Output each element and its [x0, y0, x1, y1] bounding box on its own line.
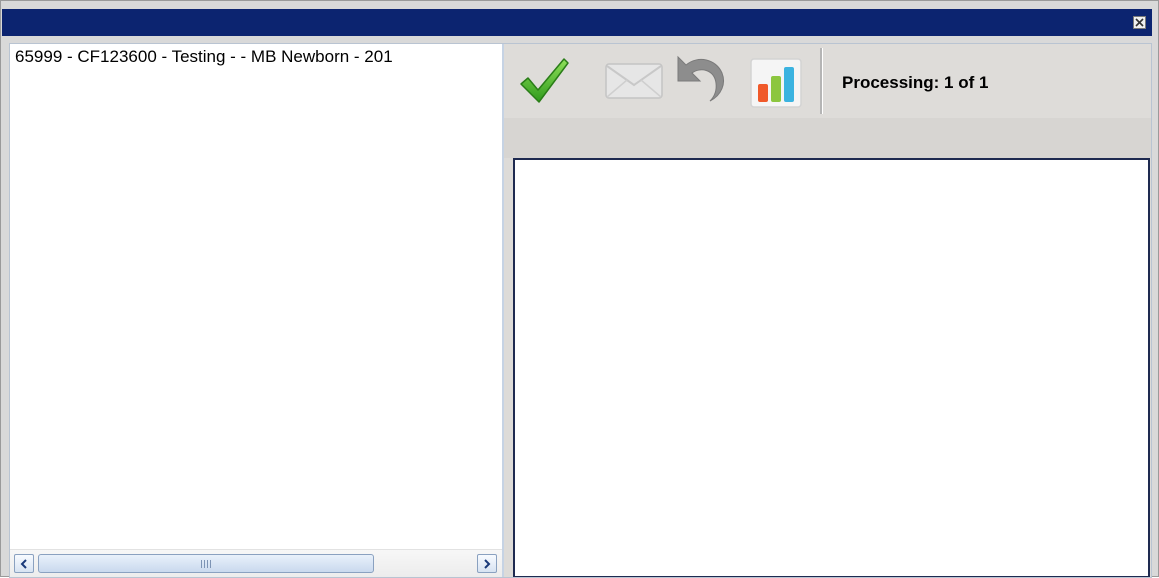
list-item[interactable]: 65999 - CF123600 - Testing - - MB Newbor… — [15, 47, 393, 67]
envelope-icon — [605, 63, 663, 99]
email-button[interactable] — [604, 63, 664, 99]
chevron-left-icon — [20, 558, 27, 569]
scroll-grip — [201, 559, 211, 568]
record-list[interactable]: 65999 - CF123600 - Testing - - MB Newbor… — [10, 44, 504, 577]
title-bar[interactable] — [2, 9, 1152, 36]
content-area: 65999 - CF123600 - Testing - - MB Newbor… — [9, 43, 1152, 578]
scroll-right-button[interactable] — [477, 554, 497, 573]
horizontal-scrollbar[interactable] — [10, 549, 502, 577]
scroll-thumb[interactable] — [38, 554, 374, 573]
close-button[interactable] — [1133, 16, 1146, 29]
bar-chart-icon — [750, 58, 802, 108]
detail-pane: Processing: 1 of 1 — [504, 44, 1151, 577]
approve-button[interactable] — [518, 54, 570, 106]
sub-toolbar — [504, 118, 1151, 158]
close-icon — [1135, 18, 1144, 27]
app-window: 65999 - CF123600 - Testing - - MB Newbor… — [0, 0, 1159, 578]
detail-view[interactable] — [513, 158, 1150, 577]
checkmark-icon — [520, 58, 569, 103]
scroll-left-button[interactable] — [14, 554, 34, 573]
toolbar-separator — [820, 48, 823, 114]
undo-button[interactable] — [674, 53, 728, 103]
undo-icon — [677, 55, 724, 102]
report-button[interactable] — [750, 58, 802, 108]
toolbar: Processing: 1 of 1 — [504, 44, 1151, 118]
chevron-right-icon — [484, 558, 491, 569]
processing-status: Processing: 1 of 1 — [842, 73, 989, 92]
